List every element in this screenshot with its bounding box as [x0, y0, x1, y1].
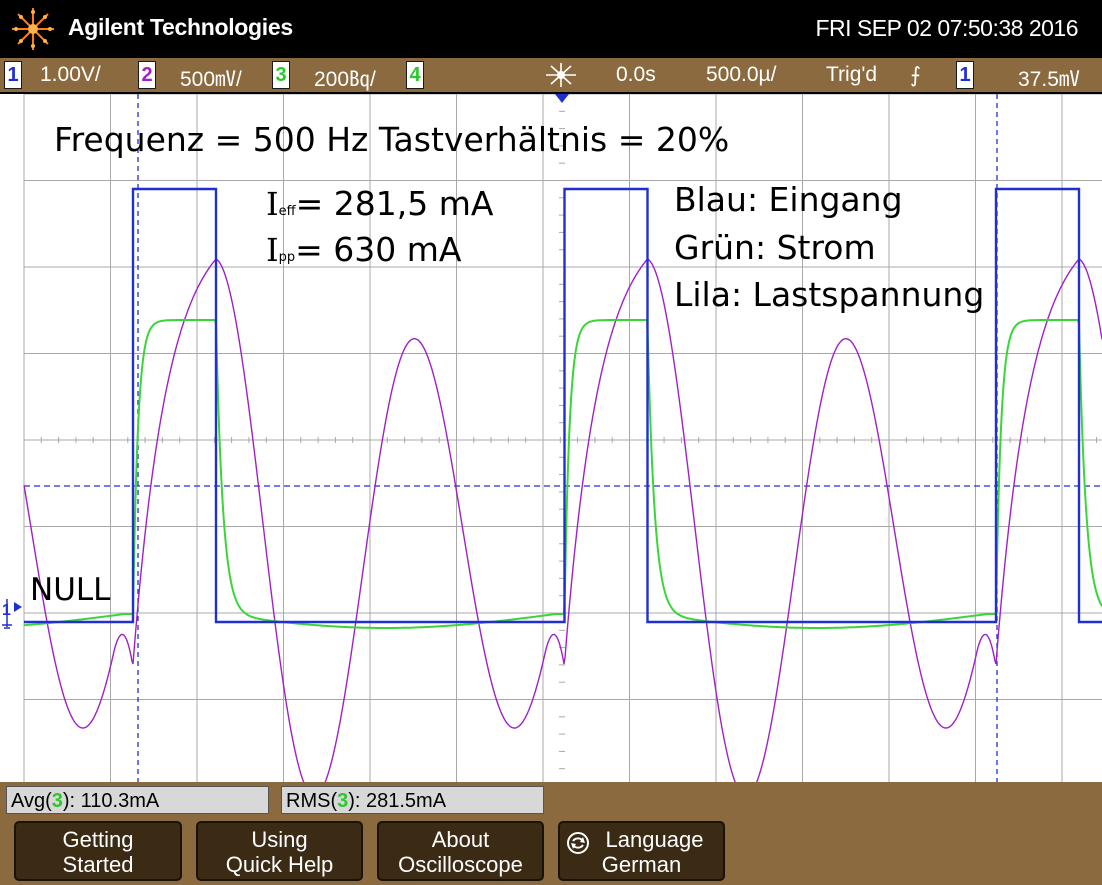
legend-purple: Lila: Lastspannung	[674, 275, 985, 314]
getting-started-button[interactable]: Getting Started	[14, 821, 182, 881]
trace-load-voltage	[23, 258, 1102, 784]
agilent-spark-logo-icon	[12, 8, 54, 50]
about-oscilloscope-button[interactable]: About Oscilloscope	[377, 821, 544, 881]
ground-marker: 1	[2, 599, 22, 629]
datetime: FRI SEP 02 07:50:38 2016	[815, 15, 1079, 41]
measurement-average[interactable]: Avg(3): 110.3mA	[6, 786, 269, 814]
measurement-bar: Avg(3): 110.3mA RMS(3): 281.5mA	[0, 782, 1102, 819]
channel-2-indicator[interactable]: 2	[138, 61, 156, 89]
channel-1-scale: 1.00V/	[40, 63, 101, 86]
time-offset: 0.0s	[616, 63, 656, 86]
legend-blue: Blau: Eingang	[674, 180, 903, 219]
channel-4-indicator[interactable]: 4	[406, 61, 424, 89]
softkey-bar: Getting Started Using Quick Help About O…	[0, 819, 1102, 885]
legend-green: Grün: Strom	[674, 228, 876, 267]
brand-name: Agilent Technologies	[68, 14, 293, 40]
quick-help-button[interactable]: Using Quick Help	[196, 821, 363, 881]
ground-marker-label: 1	[2, 602, 11, 619]
language-button[interactable]: Language German	[558, 821, 725, 881]
annotation-ipp: Ipp= 630 mA	[266, 230, 462, 269]
annotation-frequency: Frequenz = 500 Hz Tastverhältnis = 20%	[54, 120, 730, 159]
channel-3-indicator[interactable]: 3	[272, 61, 290, 89]
header-bar: Agilent Technologies FRI SEP 02 07:50:38…	[0, 0, 1102, 58]
refresh-arrow-icon	[567, 832, 589, 854]
trigger-level: 37.5㎷	[1018, 68, 1080, 91]
trigger-source-indicator[interactable]: 1	[956, 61, 974, 89]
channel-3-scale: 200㏃/	[314, 68, 376, 91]
waveform-canvas: 1	[2, 94, 1102, 784]
channel-1-indicator[interactable]: 1	[4, 61, 22, 89]
annotation-null: NULL	[30, 572, 111, 608]
trigger-position-marker	[555, 94, 569, 103]
measurement-rms[interactable]: RMS(3): 281.5mA	[281, 786, 544, 814]
status-bar: 1 1.00V/ 2 500㎷/ 3 200㏃/ 4 0.0s 500.0µ/ …	[0, 58, 1102, 92]
channel-2-scale: 500㎷/	[180, 68, 242, 91]
trace-current	[23, 319, 1102, 629]
timebase-scale: 500.0µ/	[706, 63, 777, 86]
trigger-status: Trig'd	[826, 63, 878, 86]
graticule	[23, 94, 1102, 784]
trigger-edge-icon: ⨍	[910, 64, 921, 87]
acquisition-spark-icon	[546, 63, 576, 87]
annotation-ieff: Ieff= 281,5 mA	[266, 184, 494, 223]
waveform-display: 1 Frequenz = 500 Hz Tastverhältnis = 20%…	[0, 92, 1102, 784]
